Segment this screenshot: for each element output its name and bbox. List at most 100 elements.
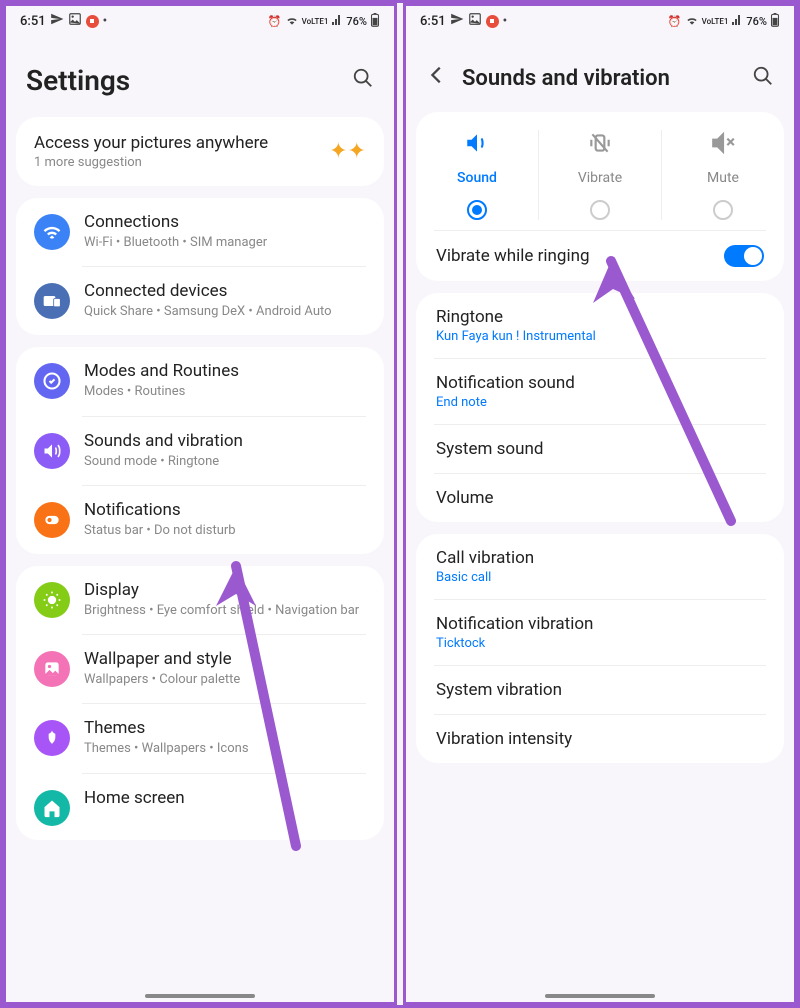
- row-title: Notifications: [84, 500, 366, 520]
- setting-sub: Ticktock: [436, 636, 593, 651]
- mute-icon: [710, 130, 736, 162]
- setting-row-notification-vibration[interactable]: Notification vibration Ticktock: [416, 600, 784, 665]
- setting-row-vibration-intensity[interactable]: Vibration intensity: [416, 715, 784, 763]
- sound-settings-card: Ringtone Kun Faya kun ! Instrumental Not…: [416, 293, 784, 522]
- settings-row-notifications[interactable]: Notifications Status bar • Do not distur…: [16, 486, 384, 554]
- setting-title: Call vibration: [436, 548, 534, 568]
- record-icon: [486, 15, 499, 28]
- vibration-settings-card: Call vibration Basic call Notification v…: [416, 534, 784, 763]
- row-title: Themes: [84, 718, 366, 738]
- wifi-icon: [285, 13, 299, 30]
- image-icon: [468, 12, 482, 30]
- row-title: Modes and Routines: [84, 361, 366, 381]
- wallpaper-icon: [34, 651, 70, 687]
- settings-row-connected-devices[interactable]: Connected devices Quick Share • Samsung …: [16, 267, 384, 335]
- vibrate-while-ringing-row[interactable]: Vibrate while ringing: [416, 231, 784, 281]
- alarm-icon: ⏰: [668, 15, 682, 28]
- status-time: 6:51: [420, 14, 446, 29]
- mode-sound[interactable]: Sound: [416, 130, 538, 220]
- settings-card: Connections Wi-Fi • Bluetooth • SIM mana…: [16, 198, 384, 335]
- telegram-icon: [50, 12, 64, 30]
- row-title: Home screen: [84, 788, 366, 808]
- header: Settings: [6, 36, 394, 117]
- sound-icon: [34, 433, 70, 469]
- row-title: Connected devices: [84, 281, 366, 301]
- sparkle-icon: ✦✦: [329, 139, 366, 164]
- battery-icon: [770, 13, 780, 30]
- status-bar: 6:51 • ⏰ VoLTE1 76%: [6, 6, 394, 36]
- battery-label: 76%: [346, 15, 367, 28]
- wifi-icon: [685, 13, 699, 30]
- mode-mute[interactable]: Mute: [661, 130, 784, 220]
- setting-title: Notification sound: [436, 373, 575, 393]
- wifi-icon: [34, 214, 70, 250]
- setting-title: Volume: [436, 488, 494, 508]
- mode-label: Vibrate: [578, 170, 622, 186]
- signal-icon: [731, 14, 743, 29]
- row-sub: Themes • Wallpapers • Icons: [84, 740, 366, 758]
- vibrate-icon: [587, 130, 613, 162]
- setting-row-notification-sound[interactable]: Notification sound End note: [416, 359, 784, 424]
- suggestion-sub: 1 more suggestion: [34, 155, 268, 170]
- setting-title: Notification vibration: [436, 614, 593, 634]
- row-sub: Quick Share • Samsung DeX • Android Auto: [84, 303, 366, 321]
- settings-row-display[interactable]: Display Brightness • Eye comfort shield …: [16, 566, 384, 634]
- page-title: Settings: [26, 64, 130, 97]
- status-time: 6:51: [20, 14, 46, 29]
- search-icon[interactable]: [352, 67, 374, 94]
- toggle-switch[interactable]: [724, 245, 764, 267]
- settings-row-home-screen[interactable]: Home screen: [16, 774, 384, 840]
- row-sub: Brightness • Eye comfort shield • Naviga…: [84, 602, 366, 620]
- battery-label: 76%: [746, 15, 767, 28]
- settings-row-themes[interactable]: Themes Themes • Wallpapers • Icons: [16, 704, 384, 772]
- routines-icon: [34, 363, 70, 399]
- settings-row-connections[interactable]: Connections Wi-Fi • Bluetooth • SIM mana…: [16, 198, 384, 266]
- radio-button[interactable]: [590, 200, 610, 220]
- mode-vibrate[interactable]: Vibrate: [538, 130, 661, 220]
- volte-label: VoLTE1: [302, 17, 329, 26]
- settings-row-sounds-and-vibration[interactable]: Sounds and vibration Sound mode • Ringto…: [16, 417, 384, 485]
- settings-row-modes-and-routines[interactable]: Modes and Routines Modes • Routines: [16, 347, 384, 415]
- home-icon: [34, 790, 70, 826]
- setting-title: System vibration: [436, 680, 562, 700]
- settings-card: Modes and Routines Modes • Routines Soun…: [16, 347, 384, 554]
- row-sub: Wi-Fi • Bluetooth • SIM manager: [84, 234, 366, 252]
- row-sub: Wallpapers • Colour palette: [84, 671, 366, 689]
- dot-icon: •: [503, 14, 508, 29]
- page-title: Sounds and vibration: [462, 66, 670, 91]
- setting-row-system-sound[interactable]: System sound: [416, 425, 784, 473]
- radio-button[interactable]: [713, 200, 733, 220]
- mode-label: Sound: [457, 170, 497, 186]
- signal-icon: [331, 14, 343, 29]
- settings-row-wallpaper-and-style[interactable]: Wallpaper and style Wallpapers • Colour …: [16, 635, 384, 703]
- setting-row-call-vibration[interactable]: Call vibration Basic call: [416, 534, 784, 599]
- notif-icon: [34, 502, 70, 538]
- row-sub: Status bar • Do not disturb: [84, 522, 366, 540]
- status-bar: 6:51 • ⏰ VoLTE1 76%: [406, 6, 794, 36]
- row-sub: Modes • Routines: [84, 383, 366, 401]
- setting-row-volume[interactable]: Volume: [416, 474, 784, 522]
- alarm-icon: ⏰: [268, 15, 282, 28]
- telegram-icon: [450, 12, 464, 30]
- phone-right: 6:51 • ⏰ VoLTE1 76%: [403, 3, 797, 1005]
- search-icon[interactable]: [752, 65, 774, 92]
- radio-button[interactable]: [467, 200, 487, 220]
- nav-indicator: [545, 994, 655, 998]
- row-sub: Sound mode • Ringtone: [84, 453, 366, 471]
- themes-icon: [34, 720, 70, 756]
- setting-title: Vibration intensity: [436, 729, 572, 749]
- setting-title: System sound: [436, 439, 543, 459]
- row-title: Sounds and vibration: [84, 431, 366, 451]
- row-title: Wallpaper and style: [84, 649, 366, 669]
- sound-icon: [464, 130, 490, 162]
- sound-mode-card: Sound Vibrate Mute Vibrate while ringing: [416, 112, 784, 281]
- header: Sounds and vibration: [406, 36, 794, 112]
- nav-indicator: [145, 994, 255, 998]
- suggestion-title: Access your pictures anywhere: [34, 133, 268, 153]
- setting-row-ringtone[interactable]: Ringtone Kun Faya kun ! Instrumental: [416, 293, 784, 358]
- setting-row-system-vibration[interactable]: System vibration: [416, 666, 784, 714]
- devices-icon: [34, 283, 70, 319]
- back-icon[interactable]: [426, 64, 448, 92]
- suggestion-card[interactable]: Access your pictures anywhere 1 more sug…: [16, 117, 384, 186]
- dot-icon: •: [103, 14, 108, 29]
